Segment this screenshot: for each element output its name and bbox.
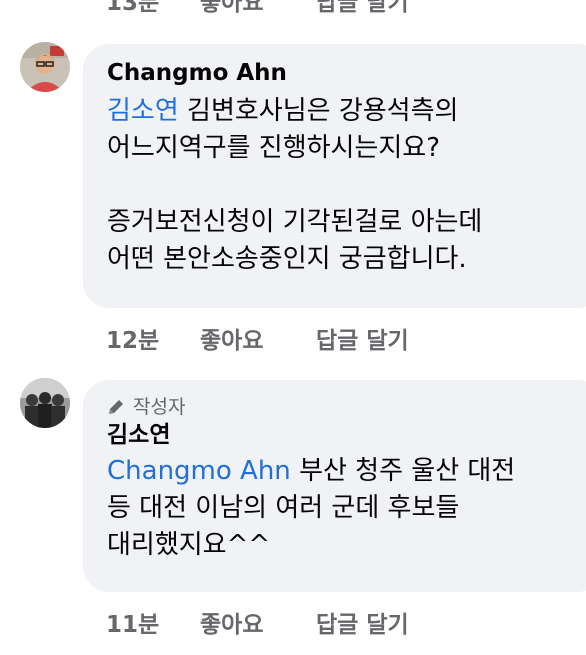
- comment-line: 대리했지요^^: [107, 530, 271, 560]
- comment-time[interactable]: 11분: [106, 605, 200, 639]
- comment-text: 김소연 김변호사님은 강용석측의 어느지역구를 진행하시는지요? 증거보전신청이…: [107, 93, 586, 278]
- avatar[interactable]: [20, 42, 70, 92]
- comment-actions: 11분 좋아요 답글 달기: [106, 605, 409, 639]
- comment-line: 김소연 김변호사님은 강용석측의: [107, 93, 586, 130]
- comment-line: 증거보전신청이 기각된걸로 아는데: [107, 207, 483, 237]
- comment-actions: 12분 좋아요 답글 달기: [106, 321, 409, 355]
- avatar-photo: [20, 42, 70, 92]
- comment-author[interactable]: Changmo Ahn: [107, 58, 586, 88]
- like-button[interactable]: 좋아요: [200, 321, 316, 355]
- pencil-icon: [109, 400, 123, 414]
- reply-button[interactable]: 답글 달기: [316, 605, 409, 639]
- comment-line: [107, 167, 586, 204]
- comment-text: Changmo Ahn 부산 청주 울산 대전 등 대전 이남의 여러 군데 후…: [107, 453, 586, 564]
- comment-line: 등 대전 이남의 여러 군데 후보들: [107, 493, 460, 523]
- mention-link[interactable]: 김소연: [107, 96, 179, 126]
- comment-line: 어떤 본안소송중인지 궁금합니다.: [107, 244, 467, 274]
- comment-line-text: 김변호사님은 강용석측의: [187, 96, 459, 126]
- like-button[interactable]: 좋아요: [200, 0, 316, 17]
- avatar-photo: [20, 378, 70, 428]
- comment-bubble: Changmo Ahn 김소연 김변호사님은 강용석측의 어느지역구를 진행하시…: [83, 44, 586, 308]
- reply-button[interactable]: 답글 달기: [316, 321, 409, 355]
- comment-line: 어느지역구를 진행하시는지요?: [107, 133, 441, 163]
- comment-bubble: 작성자 김소연 Changmo Ahn 부산 청주 울산 대전 등 대전 이남의…: [83, 380, 586, 592]
- like-button[interactable]: 좋아요: [200, 605, 316, 639]
- comment-time: 13분: [106, 0, 160, 16]
- comment-time[interactable]: 12분: [106, 321, 200, 355]
- author-badge-label: 작성자: [133, 396, 186, 418]
- author-badge: 작성자: [107, 394, 586, 420]
- reply-button[interactable]: 답글 달기: [316, 0, 409, 17]
- comment-author[interactable]: 김소연: [107, 420, 586, 450]
- comment-line-text: 부산 청주 울산 대전: [299, 456, 516, 486]
- avatar[interactable]: [20, 378, 70, 428]
- comment-line: Changmo Ahn 부산 청주 울산 대전: [107, 453, 586, 490]
- top-comment-actions: 13분 좋아요 답글 달기: [106, 0, 409, 17]
- mention-link[interactable]: Changmo Ahn: [107, 456, 291, 486]
